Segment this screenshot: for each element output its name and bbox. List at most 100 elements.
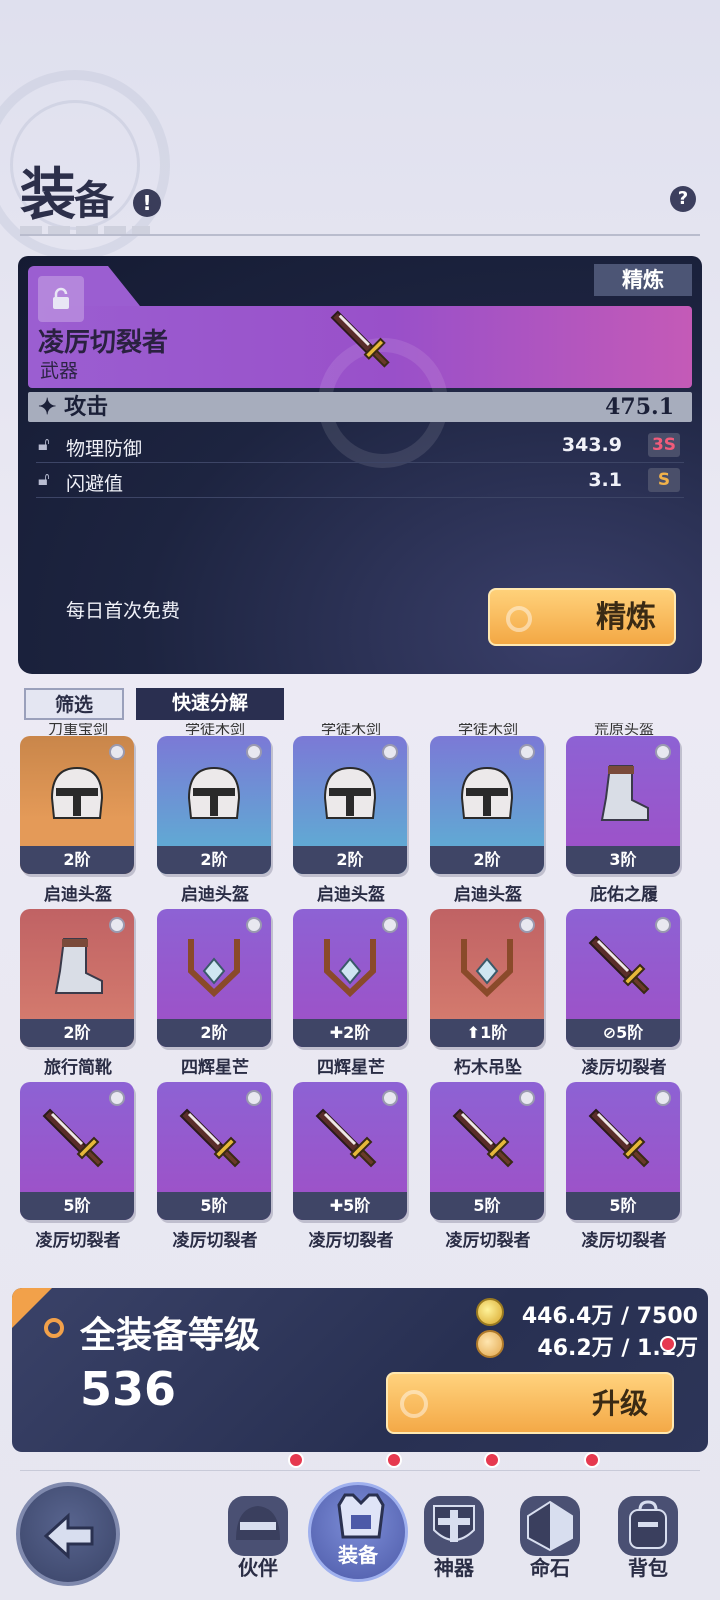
equipment-card[interactable]: 2阶 — [20, 736, 134, 874]
item-name: 凌厉切裂者 — [35, 1231, 121, 1251]
equipment-card[interactable]: 5阶 — [157, 1082, 271, 1220]
item-level: 2阶 — [293, 846, 407, 874]
equipment-detail-panel: 凌厉切裂者 武器 精炼 ✦ 攻击 475.1 🔓︎ 物理防御 343.9 3S … — [18, 256, 702, 674]
equipment-card[interactable]: ⊘5阶 — [566, 909, 680, 1047]
equipment-grid[interactable]: 刀重宝剑 学徒木剑 学徒木剑 学徒木剑 荒原头盔 2阶 启迪头盔 2阶 启迪头盔 2阶 启迪头盔 2阶… — [20, 723, 710, 1275]
page-title-main: 装 — [20, 162, 76, 228]
sub-stat-label: 物理防御 — [66, 438, 143, 460]
nav-equipment[interactable]: 装备 — [308, 1482, 408, 1582]
item-name-partial: 刀重宝剑 — [47, 723, 108, 735]
equipment-card[interactable]: 5阶 — [430, 1082, 544, 1220]
item-name: 启迪头盔 — [181, 885, 249, 905]
pendant-icon — [461, 939, 513, 998]
item-level: 5阶 — [157, 1192, 271, 1220]
equipment-card[interactable]: 2阶 — [430, 736, 544, 874]
sword-icon — [452, 1108, 514, 1168]
item-name-partial: 学徒木剑 — [320, 723, 381, 735]
nav-divider — [20, 1470, 700, 1471]
quick-decompose-button[interactable]: 快速分解 — [136, 688, 284, 720]
nav-label: 伙伴 — [238, 1556, 278, 1580]
notification-dot — [660, 1336, 676, 1352]
equipment-card[interactable]: ⬆1阶 — [430, 909, 544, 1047]
item-name: 凌厉切裂者 — [172, 1231, 258, 1251]
sword-icon — [179, 1108, 241, 1168]
upgrade-title: 全装备等级 — [80, 1314, 261, 1356]
item-name: 凌厉切裂者 — [581, 1231, 667, 1251]
partner-icon — [228, 1496, 288, 1556]
nav-label: 背包 — [628, 1556, 668, 1580]
backpack-icon — [618, 1496, 678, 1556]
item-name-partial: 荒原头盔 — [593, 723, 654, 735]
nav-label: 装备 — [338, 1543, 378, 1567]
main-stat-label: ✦ 攻击 — [38, 394, 109, 420]
sub-stat-row: 🔓︎ 物理防御 343.9 3S — [36, 428, 684, 463]
nav-artifact[interactable]: 神器 — [414, 1496, 494, 1596]
sword-icon — [588, 935, 650, 995]
item-name: 凌厉切裂者 — [581, 1058, 667, 1078]
sword-icon — [330, 310, 390, 368]
fate-stone-icon — [520, 1496, 580, 1556]
upgrade-button-label: 升级 — [591, 1387, 648, 1420]
item-level: 5阶 — [566, 1192, 680, 1220]
equipment-card[interactable]: 5阶 — [566, 1082, 680, 1220]
filter-button[interactable]: 筛选 — [24, 688, 124, 720]
equipment-icon — [337, 1493, 385, 1539]
lock-icon[interactable] — [38, 276, 84, 322]
item-name: 启迪头盔 — [317, 885, 385, 905]
alert-icon[interactable]: ! — [133, 189, 161, 217]
gold-cost: 446.4万 / 7500 — [521, 1304, 698, 1329]
equipment-card[interactable]: ✚5阶 — [293, 1082, 407, 1220]
notification-dot — [386, 1452, 402, 1468]
nav-backpack[interactable]: 背包 — [608, 1496, 688, 1596]
item-name-partial: 学徒木剑 — [457, 723, 518, 735]
item-type: 武器 — [40, 360, 79, 382]
equipment-card[interactable]: 2阶 — [157, 736, 271, 874]
back-button[interactable] — [16, 1482, 120, 1586]
item-name: 凌厉切裂者 — [445, 1231, 531, 1251]
item-name: 凌厉切裂者 — [308, 1231, 394, 1251]
main-stat-row: ✦ 攻击 475.1 — [28, 392, 692, 422]
nav-fate-stone[interactable]: 命石 — [510, 1496, 590, 1596]
notification-dot — [484, 1452, 500, 1468]
button-ring-icon — [506, 606, 532, 632]
sword-icon — [42, 1108, 104, 1168]
item-name: 凌厉切裂者 — [38, 328, 169, 358]
upgrade-button[interactable]: 升级 — [386, 1372, 674, 1434]
equipment-card[interactable]: 2阶 — [293, 736, 407, 874]
lock-icon[interactable]: 🔓︎ — [38, 434, 50, 455]
equipment-card[interactable]: 5阶 — [20, 1082, 134, 1220]
equipment-card[interactable]: 2阶 — [20, 909, 134, 1047]
nav-label: 命石 — [530, 1556, 570, 1580]
item-level: ✚2阶 — [293, 1019, 407, 1047]
helmet-icon — [460, 766, 514, 819]
sword-icon — [588, 1108, 650, 1168]
item-level: 2阶 — [20, 1019, 134, 1047]
sub-stat-label: 闪避值 — [66, 473, 124, 495]
nav-label: 神器 — [434, 1556, 474, 1580]
notification-dot — [288, 1452, 304, 1468]
equipment-card[interactable]: 2阶 — [157, 909, 271, 1047]
item-level: 2阶 — [157, 846, 271, 874]
equipment-card[interactable]: 3阶 — [566, 736, 680, 874]
equipment-card[interactable]: ✚2阶 — [293, 909, 407, 1047]
item-name: 四辉星芒 — [181, 1058, 249, 1078]
nav-partner[interactable]: 伙伴 — [218, 1496, 298, 1596]
refine-tab[interactable]: 精炼 — [594, 264, 692, 296]
ring-icon — [44, 1318, 64, 1338]
item-level: 5阶 — [430, 1192, 544, 1220]
page-title-small: 备 — [74, 177, 114, 224]
title-divider — [20, 234, 700, 236]
upgrade-all-panel: 全装备等级 536 446.4万 / 7500 46.2万 / 1.1万 升级 — [12, 1288, 708, 1452]
item-level: 5阶 — [20, 1192, 134, 1220]
pendant-icon — [188, 939, 240, 998]
gold-coin-icon — [476, 1298, 504, 1326]
title-decoration — [20, 226, 150, 234]
free-refine-note: 每日首次免费 — [66, 600, 181, 622]
help-icon[interactable]: ? — [670, 186, 696, 212]
helmet-icon — [187, 766, 241, 819]
sword-icon — [315, 1108, 377, 1168]
back-arrow-icon — [43, 1512, 94, 1560]
refine-button[interactable]: 精炼 — [488, 588, 676, 646]
lock-icon[interactable]: 🔓︎ — [38, 469, 50, 490]
page-title: 装备 — [20, 150, 114, 231]
